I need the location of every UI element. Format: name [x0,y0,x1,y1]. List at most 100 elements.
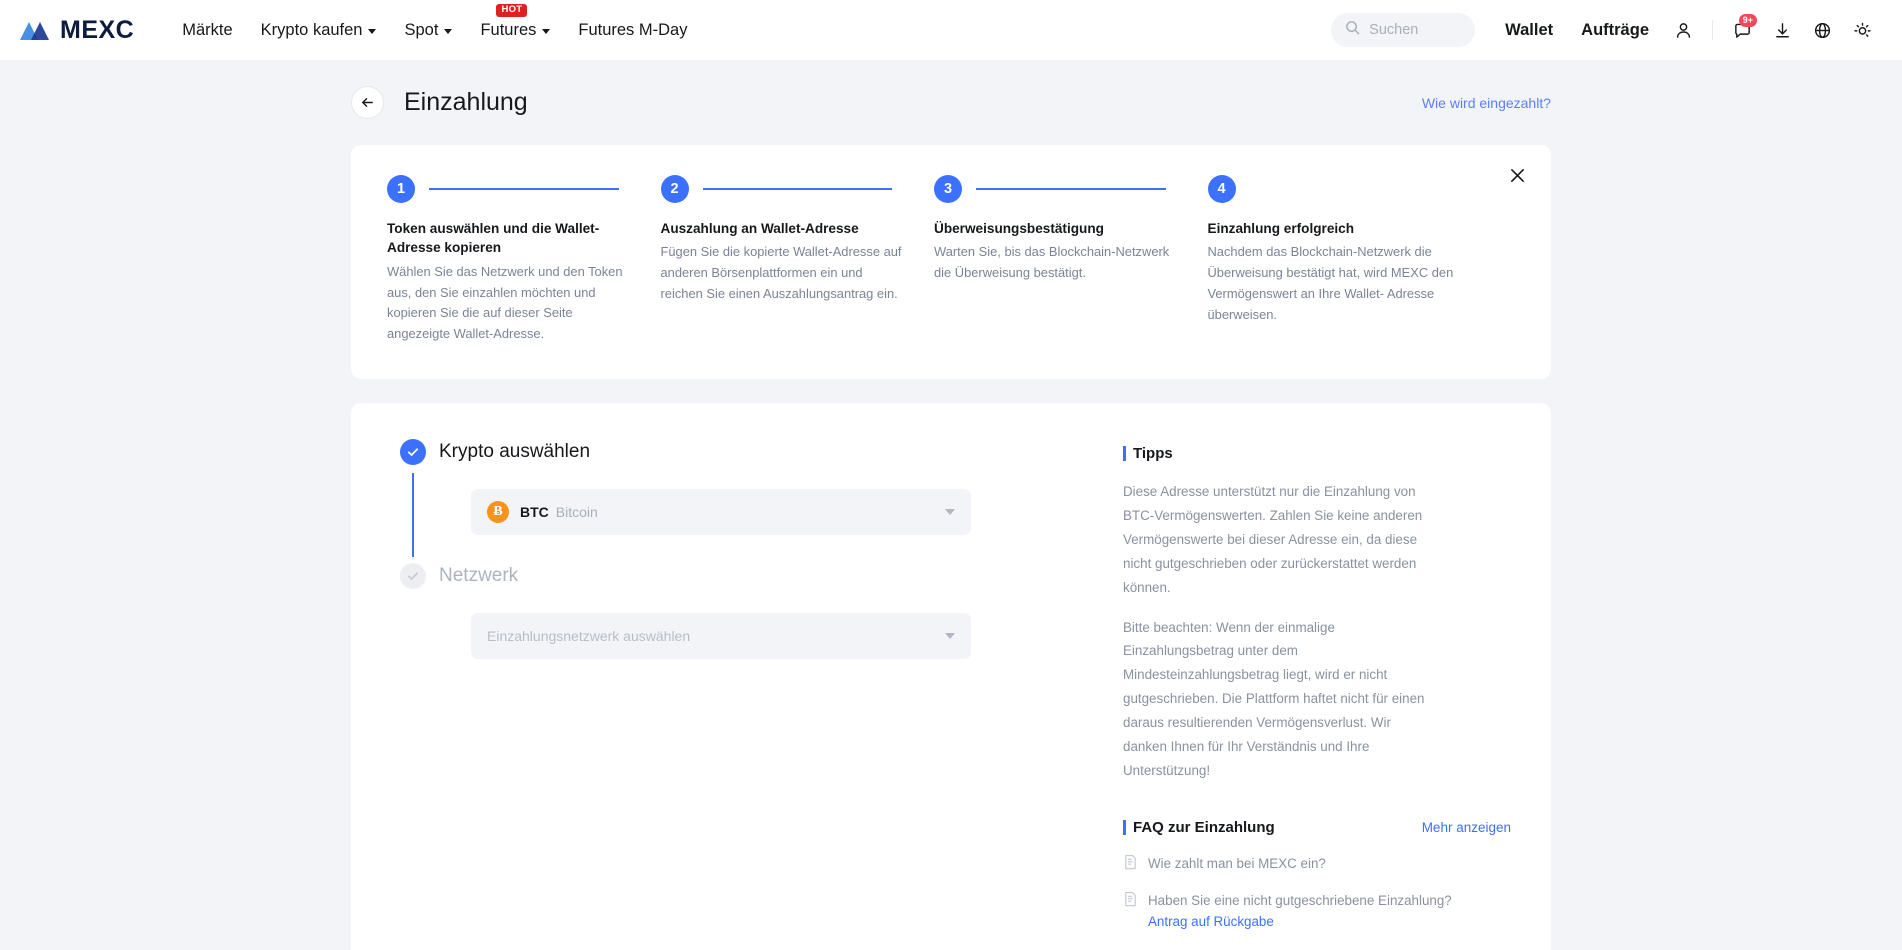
crypto-symbol: BTC [520,504,549,521]
accent-bar [1123,819,1126,835]
orders-link[interactable]: Aufträge [1569,13,1661,48]
nav-label: Spot [404,20,439,39]
top-header: MEXC Märkte Krypto kaufen Spot HOT Futur… [0,0,1902,60]
mexc-logo-text: MEXC [60,15,135,44]
rail-connector-line-blank [412,597,414,681]
crypto-select[interactable]: Ƀ BTC Bitcoin [471,489,971,536]
step-1: 1 Token auswählen und die Wallet-Adresse… [387,175,661,345]
network-select-label: Netzwerk [439,565,519,587]
crypto-field-group: Krypto auswählen Ƀ BTC Bitcoin [431,439,1065,563]
chevron-down-icon [945,509,955,516]
step-3: 3 Überweisungsbestätigung Warten Sie, bi… [934,175,1208,345]
network-placeholder: Einzahlungsnetzwerk auswählen [487,628,691,645]
nav-item-maerkte[interactable]: Märkte [168,13,246,48]
nav-label: Krypto kaufen [260,20,363,39]
step-description: Fügen Sie die kopierte Wallet-Adresse au… [660,244,902,302]
form-step-crypto: Krypto auswählen Ƀ BTC Bitcoin [395,439,1065,563]
step-3-indicator: 3 [934,175,1182,203]
search-input[interactable]: Suchen [1331,13,1476,47]
hot-badge: HOT [496,3,528,18]
tips-paragraph-1: Diese Adresse unterstützt nur die Einzah… [1123,484,1423,595]
faq-question: Wie zahlt man bei MEXC ein? [1148,855,1326,871]
step-connector-line [702,188,892,190]
bitcoin-icon: Ƀ [487,501,509,524]
document-icon [1123,854,1138,875]
chevron-down-icon [368,28,377,34]
theme-toggle-button[interactable] [1844,12,1880,48]
step-connector-line [976,188,1166,190]
search-placeholder: Suchen [1369,22,1419,38]
nav-label: Futures [480,20,537,39]
mexc-logo[interactable]: MEXC [18,16,134,45]
step-2-indicator: 2 [660,175,909,203]
chevron-down-icon [444,28,453,34]
page-header: Einzahlung Wie wird eingezahlt? [351,60,1551,119]
download-app-button[interactable] [1764,12,1800,48]
chevron-down-icon [945,633,955,640]
tips-paragraph-2: Bitte beachten: Wenn der einmalige Einza… [1123,619,1425,778]
deposit-form-card: Krypto auswählen Ƀ BTC Bitcoin Netzwerk … [351,403,1551,950]
page-title: Einzahlung [404,88,528,116]
step-title: Einzahlung erfolgreich [1207,221,1355,236]
step-rail-crypto [395,439,431,563]
chevron-down-icon [542,28,551,34]
step-description: Nachdem das Blockchain-Netzwerk die Über… [1207,244,1454,323]
step-rail-network [395,563,431,687]
step-description: Warten Sie, bis das Blockchain-Netzwerk … [934,244,1170,281]
step-4: 4 Einzahlung erfolgreich Nachdem das Blo… [1207,175,1516,345]
nav-item-futures-m-day[interactable]: Futures M-Day [564,13,701,48]
tips-title: Tipps [1133,445,1173,463]
how-to-deposit-link[interactable]: Wie wird eingezahlt? [1422,95,1551,111]
deposit-form-column: Krypto auswählen Ƀ BTC Bitcoin Netzwerk … [395,439,1095,950]
step-number: 1 [387,175,415,203]
accent-bar [1123,446,1126,462]
rail-connector-line [412,473,414,558]
step-number: 4 [1207,175,1236,203]
faq-question: Haben Sie eine nicht gutgeschriebene Ein… [1148,892,1452,908]
back-button[interactable] [351,86,384,119]
nav-item-spot[interactable]: Spot [390,13,466,48]
language-globe-button[interactable] [1804,12,1840,48]
step-2: 2 Auszahlung an Wallet-Adresse Fügen Sie… [660,175,935,345]
nav-item-krypto-kaufen[interactable]: Krypto kaufen [247,13,391,48]
step-title: Token auswählen und die Wallet-Adresse k… [387,221,600,256]
crypto-select-label: Krypto auswählen [439,441,591,463]
faq-section: FAQ zur Einzahlung Mehr anzeigen Wie zah… [1123,819,1511,950]
check-icon-active [400,439,426,466]
step-4-indicator: 4 [1207,175,1456,203]
main-nav: Märkte Krypto kaufen Spot HOT Futures Fu… [168,3,701,48]
nav-item-futures[interactable]: HOT Futures [466,3,564,48]
refund-request-link[interactable]: Antrag auf Rückgabe [1148,914,1452,929]
header-divider [1712,20,1713,40]
faq-item-2-body: Haben Sie eine nicht gutgeschriebene Ein… [1148,891,1452,930]
step-1-indicator: 1 [387,175,635,203]
faq-header: FAQ zur Einzahlung Mehr anzeigen [1123,819,1511,836]
message-count-badge: 9+ [1738,14,1757,28]
step-connector-line [429,188,619,190]
network-select[interactable]: Einzahlungsnetzwerk auswählen [471,613,971,660]
step-title: Überweisungsbestätigung [934,221,1104,236]
header-actions: Suchen Wallet Aufträge 9+ [1331,12,1880,48]
show-more-link[interactable]: Mehr anzeigen [1422,820,1511,835]
wallet-link[interactable]: Wallet [1493,13,1565,48]
nav-label: Märkte [182,20,233,39]
check-icon-inactive [400,563,426,590]
faq-item-2[interactable]: Haben Sie eine nicht gutgeschriebene Ein… [1123,891,1511,930]
step-description: Wählen Sie das Netzwerk und den Token au… [387,263,623,342]
search-icon [1345,20,1360,40]
network-field-group: Netzwerk Einzahlungsnetzwerk auswählen [431,563,1065,687]
info-sidebar: Tipps Diese Adresse unterstützt nur die … [1095,439,1511,950]
step-number: 3 [934,175,962,203]
deposit-steps-card: 1 Token auswählen und die Wallet-Adresse… [351,145,1551,380]
step-title: Auszahlung an Wallet-Adresse [660,221,859,236]
nav-label: Futures M-Day [578,20,688,39]
crypto-name: Bitcoin [555,504,598,521]
messages-button[interactable]: 9+ [1724,12,1760,48]
document-icon [1123,891,1138,912]
form-step-network: Netzwerk Einzahlungsnetzwerk auswählen [395,563,1065,687]
close-icon[interactable] [1503,161,1531,189]
faq-item-1[interactable]: Wie zahlt man bei MEXC ein? [1123,854,1511,875]
tips-header: Tipps [1123,445,1511,462]
mexc-logo-icon [18,17,52,43]
user-account-button[interactable] [1665,12,1701,48]
